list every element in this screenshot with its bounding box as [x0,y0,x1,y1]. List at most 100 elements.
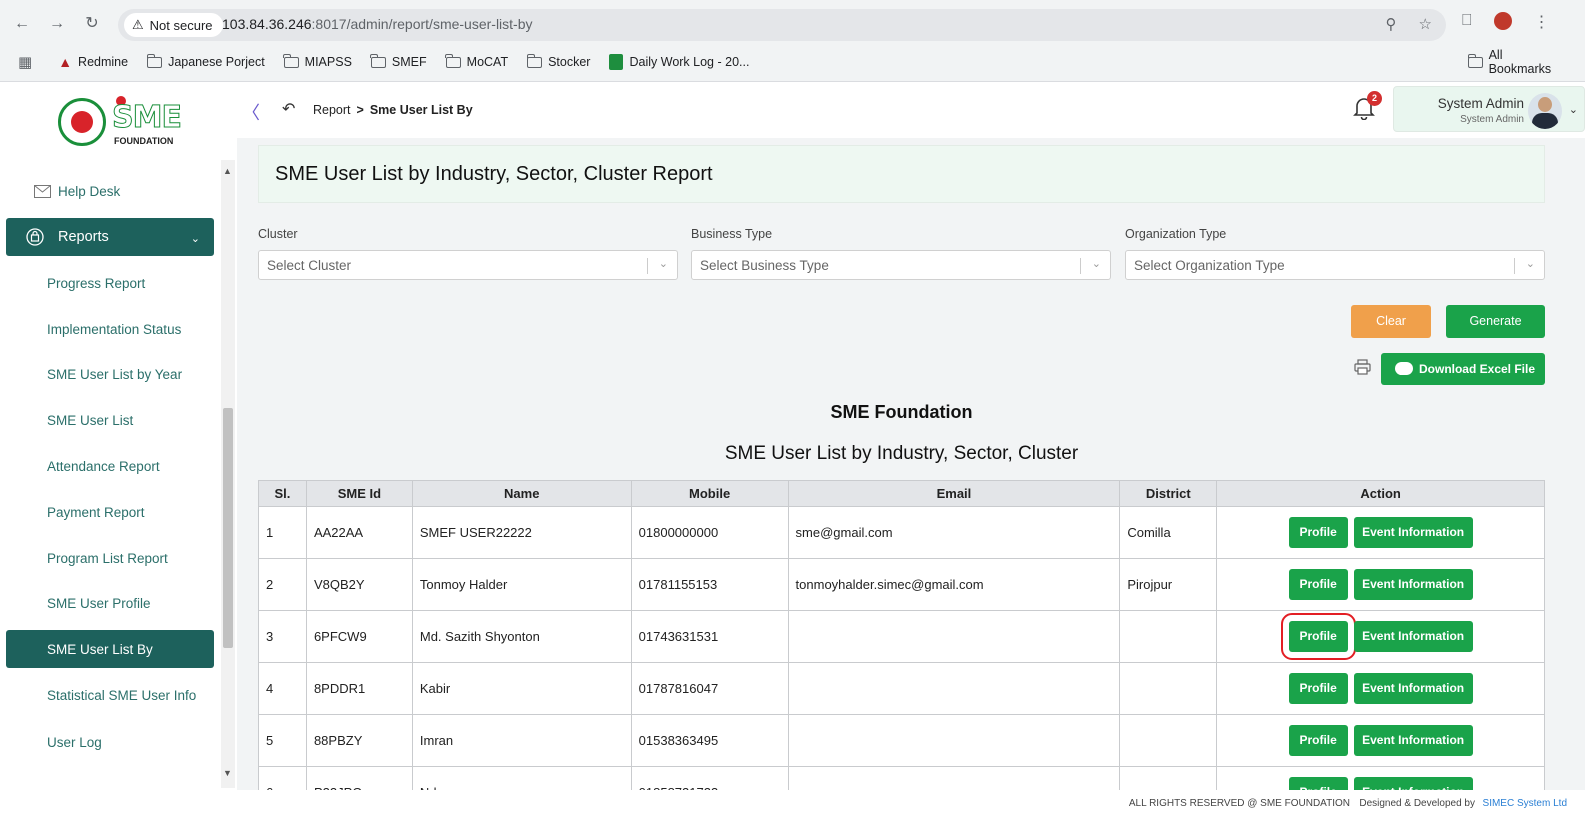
user-role: System Admin [1460,114,1524,125]
sidebar-item-help-desk[interactable]: Help Desk [6,172,214,210]
address-bar[interactable]: ⚠ Not secure 103.84.36.246:8017/admin/re… [118,9,1446,41]
event-information-button[interactable]: Event Information [1353,777,1473,790]
zoom-icon[interactable]: ⚲ [1386,15,1397,33]
profile-button[interactable]: Profile [1288,673,1348,704]
event-information-button[interactable]: Event Information [1353,517,1473,548]
cell-action: Profile Event Information [1216,766,1545,790]
sidebar-item-sme-user-list-by[interactable]: SME User List By [6,630,214,668]
scroll-up-icon[interactable]: ▲ [223,166,232,176]
sidebar-item-attendance-report[interactable]: Attendance Report [6,447,214,485]
download-excel-button[interactable]: Download Excel File [1381,353,1545,385]
table-row: 2 V8QB2Y Tonmoy Halder 01781155153 tonmo… [258,558,1545,611]
cell-district [1119,610,1218,663]
header-email: Email [787,480,1121,507]
bookmark-mocat[interactable]: MoCAT [445,53,508,69]
bookmark-miapss[interactable]: MIAPSS [283,53,352,69]
cell-mobile: 01781155153 [630,558,789,611]
report-table-wrapper: Sl. SME Id Name Mobile Email District Ac… [258,480,1545,790]
cell-name: Tonmoy Halder [411,558,632,611]
emblem-icon [58,98,106,146]
profile-button[interactable]: Profile [1288,725,1348,756]
back-icon[interactable]: ↶ [282,99,295,119]
event-information-button[interactable]: Event Information [1353,725,1473,756]
cell-mobile: 01538363495 [630,714,789,767]
menu-icon[interactable]: ⋮ [1534,12,1550,32]
folder-icon [283,53,299,68]
collapse-sidebar-icon[interactable]: 〈 [242,99,260,125]
cluster-select[interactable]: Select Cluster ⌄ [258,250,678,280]
event-information-button[interactable]: Event Information [1353,673,1473,704]
sidebar-scrollbar-thumb[interactable] [223,408,233,648]
forward-arrow-icon[interactable]: → [47,14,67,34]
bookmark-japanese-porject[interactable]: Japanese Porject [146,53,265,69]
reload-icon[interactable]: ↻ [82,14,102,34]
bookmark-all-bookmarks[interactable]: All Bookmarks [1467,48,1566,76]
sidebar-item-sme-user-profile[interactable]: SME User Profile [6,584,214,622]
chevron-down-icon: ⌄ [1568,104,1578,116]
warning-icon: ⚠ [132,17,144,32]
cell-sme-id: 8PDDR1 [305,662,413,715]
url-text[interactable]: 103.84.36.246:8017/admin/report/sme-user… [222,16,533,32]
header-district: District [1119,480,1218,507]
scroll-down-icon[interactable]: ▼ [223,768,232,778]
cell-name: SMEF USER22222 [411,506,632,559]
business-type-label: Business Type [691,227,773,241]
extensions-icon[interactable]: ⎕ [1462,12,1472,32]
sidebar-item-user-log[interactable]: User Log [6,723,214,761]
cell-action: ProfileEvent Information [1216,662,1545,715]
breadcrumb-report[interactable]: Report [313,103,351,117]
business-type-select[interactable]: Select Business Type ⌄ [691,250,1111,280]
folder-icon [445,53,461,68]
cell-sl: 2 [258,558,307,611]
profile-button-highlighted[interactable]: Profile [1280,613,1356,660]
star-icon[interactable]: ☆ [1419,15,1432,33]
cell-email: sme@gmail.com [787,506,1121,559]
profile-button[interactable]: Profile [1288,777,1348,790]
profile-button[interactable]: Profile [1288,569,1348,600]
breadcrumb-current: Sme User List By [369,103,473,117]
cell-district [1119,714,1218,767]
organization-type-select[interactable]: Select Organization Type ⌄ [1125,250,1545,280]
report-subtitle: SME User List by Industry, Sector, Clust… [724,443,1079,464]
event-information-button[interactable]: Event Information [1353,569,1473,600]
sidebar-item-sme-user-list-by-year[interactable]: SME User List by Year [6,355,214,393]
cell-mobile: 01743631531 [630,610,789,663]
table-row: 3 6PFCW9 Md. Sazith Shyonton 01743631531… [258,610,1545,663]
folder-icon [1467,53,1483,68]
sidebar-item-sme-user-list[interactable]: SME User List [6,401,214,439]
sidebar-item-payment-report[interactable]: Payment Report [6,493,214,531]
chevron-down-icon: ⌄ [658,258,668,270]
footer-company-link[interactable]: SIMEC System Ltd [1483,798,1567,809]
back-arrow-icon[interactable]: ← [12,14,32,34]
apps-icon[interactable]: ▦ [18,53,32,71]
user-menu[interactable]: System Admin System Admin ⌄ [1393,86,1585,132]
sidebar-item-reports[interactable]: Reports ⌄ [6,218,214,256]
sidebar-item-statistical-sme-user-info[interactable]: Statistical SME User Info [6,676,214,714]
generate-button[interactable]: Generate [1446,305,1545,338]
security-chip[interactable]: ⚠ Not secure [124,13,223,37]
bookmark-daily-work-log[interactable]: Daily Work Log - 20... [609,54,749,70]
cell-action: ProfileEvent Information [1216,558,1545,611]
sidebar-item-implementation-status[interactable]: Implementation Status [6,310,214,348]
bookmark-redmine[interactable]: ▲ Redmine [58,54,128,70]
cell-email [787,766,1121,790]
print-icon[interactable] [1354,359,1371,375]
folder-icon [526,53,543,68]
sidebar-item-program-list-report[interactable]: Program List Report [6,539,214,577]
cell-district: Pirojpur [1119,558,1218,611]
clear-button[interactable]: Clear [1351,305,1431,338]
bookmark-smef[interactable]: SMEF [370,53,427,69]
cell-mobile: 01787816047 [630,662,789,715]
breadcrumb-separator-icon: > [356,103,364,117]
profile-button[interactable]: Profile [1288,517,1348,548]
footer-designed: Designed & Developed by [1359,798,1475,809]
cell-action: ProfileEvent Information [1216,506,1545,559]
event-information-button[interactable]: Event Information [1353,621,1473,652]
organization-type-label: Organization Type [1125,227,1227,241]
bookmark-stocker[interactable]: Stocker [526,53,590,69]
profile-avatar-icon[interactable] [1493,12,1512,30]
sidebar-item-progress-report[interactable]: Progress Report [6,264,214,302]
sme-foundation-logo[interactable]: SME FOUNDATION [58,96,182,146]
cell-name: Kabir [411,662,632,715]
mail-icon [34,185,51,198]
